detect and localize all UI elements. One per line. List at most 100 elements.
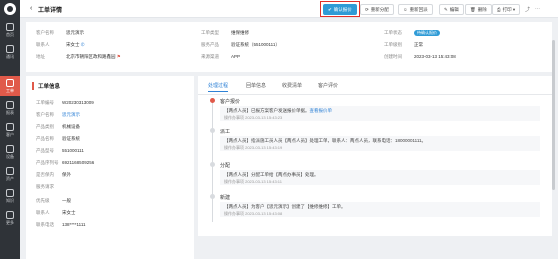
timeline-line bbox=[212, 100, 213, 222]
service-product-field: 服务产品 验证系统（551000111） bbox=[201, 42, 280, 47]
contact-field: 联系人 宋女士 ✆ bbox=[36, 42, 85, 47]
location-icon[interactable]: ⚑ bbox=[117, 54, 121, 59]
address-field: 地址 北京市朝阳区政和路鑫园 ⚑ bbox=[36, 54, 121, 59]
more-options-icon[interactable]: ⋯ bbox=[535, 6, 540, 12]
nav-item-more[interactable]: 更多 bbox=[0, 208, 20, 228]
timeline-dot bbox=[210, 162, 215, 167]
event-time: 操作办事项 2023-03-13 15:43:19 bbox=[224, 145, 283, 150]
side-nav: 首页 通讯 工单 报表 客户 设备 资产 知识 更多 bbox=[0, 0, 20, 259]
nav-item-workorder[interactable]: 工单 bbox=[0, 76, 20, 96]
tab-divider bbox=[198, 94, 552, 95]
nav-item-customer[interactable]: 客户 bbox=[0, 120, 20, 140]
report-icon bbox=[6, 101, 14, 109]
rework-button[interactable]: ☺ 重新回派 bbox=[398, 4, 433, 15]
tab-return-info[interactable]: 回单信息 bbox=[246, 82, 266, 89]
event-title: 新建 bbox=[220, 195, 231, 201]
detail-row: 产品序列号 6921168509256 bbox=[36, 160, 95, 165]
event-desc: 【两点人员】指派施工员人员【两点人员】处理工单，联系人：两点人员，联系电话：18… bbox=[224, 138, 427, 143]
workorder-icon bbox=[6, 79, 14, 87]
knowledge-icon bbox=[6, 189, 14, 197]
order-type-field: 工单类型 维保维修 bbox=[201, 30, 249, 35]
level-field: 工单级别 正常 bbox=[384, 42, 423, 47]
event-time: 操作办事项 2023-03-13 15:43:11 bbox=[224, 179, 282, 184]
detail-row: 客户名称 思元演示 bbox=[36, 112, 80, 117]
button-label: 重新回派 bbox=[409, 7, 428, 12]
nav-item-report[interactable]: 报表 bbox=[0, 98, 20, 118]
print-button[interactable]: ⎙ 打印 ▾ bbox=[492, 4, 521, 15]
nav-item-knowledge[interactable]: 知识 bbox=[0, 186, 20, 206]
back-icon[interactable]: ‹ bbox=[30, 5, 32, 12]
nav-label: 报表 bbox=[6, 110, 14, 115]
section-title: 工单信息 bbox=[32, 82, 60, 90]
tab-process[interactable]: 处理过程 bbox=[208, 82, 229, 92]
detail-row: 产品类别 机械设备 bbox=[36, 124, 80, 129]
nav-label: 通讯 bbox=[6, 54, 14, 59]
nav-item-asset[interactable]: 资产 bbox=[0, 164, 20, 184]
nav-item-message[interactable]: 通讯 bbox=[0, 42, 20, 62]
nav-item-device[interactable]: 设备 bbox=[0, 142, 20, 162]
detail-row: 产品名称 验证系统 bbox=[36, 136, 80, 141]
event-title: 派工 bbox=[220, 129, 231, 135]
event-card: 【两点人员】指派施工员人员【两点人员】处理工单，联系人：两点人员，联系电话：18… bbox=[220, 136, 540, 151]
nav-label: 资产 bbox=[6, 176, 14, 181]
more-icon bbox=[6, 211, 14, 219]
home-icon bbox=[6, 23, 14, 31]
trash-icon: 🗑 bbox=[470, 7, 476, 12]
app-logo bbox=[4, 3, 16, 15]
customer-icon bbox=[6, 123, 14, 131]
event-time: 操作办事项 2023-03-13 15:43:23 bbox=[224, 115, 283, 120]
nav-label: 知识 bbox=[6, 198, 14, 203]
timeline-dot bbox=[210, 128, 215, 133]
event-time: 操作办事项 2023-03-13 15:43:08 bbox=[224, 211, 283, 216]
detail-row: 优先级 一般 bbox=[36, 198, 71, 203]
detail-row: 服务请求 bbox=[36, 184, 54, 189]
event-title: 分配 bbox=[220, 163, 231, 169]
refresh-icon: ⟳ bbox=[365, 7, 369, 12]
phone-icon[interactable]: ✆ bbox=[81, 42, 85, 47]
event-desc: 【两点人员】已报方案客户发送报价单据。 bbox=[224, 108, 310, 113]
customer-name-field: 客户名称 思元演示 bbox=[36, 30, 84, 35]
page-title: 工单详情 bbox=[38, 8, 63, 14]
print-icon: ⎙ bbox=[497, 7, 501, 12]
edit-button[interactable]: ✎ 编辑 bbox=[439, 4, 464, 15]
nav-label: 客户 bbox=[6, 132, 14, 137]
detail-row: 是否保内 保外 bbox=[36, 172, 71, 177]
share-icon[interactable]: ⤴ bbox=[525, 6, 530, 13]
tab-review[interactable]: 客户评价 bbox=[318, 82, 338, 89]
message-icon bbox=[6, 45, 14, 53]
reassign-button[interactable]: ⟳ 重新分配 bbox=[360, 4, 394, 15]
delete-button[interactable]: 🗑 删除 bbox=[465, 4, 492, 15]
event-title: 客户报价 bbox=[220, 99, 241, 105]
highlight-box bbox=[320, 1, 360, 17]
source-field: 来源渠道 APP bbox=[201, 54, 241, 59]
button-label: 编辑 bbox=[449, 7, 459, 12]
nav-label: 设备 bbox=[6, 154, 14, 159]
scrollbar[interactable] bbox=[552, 40, 555, 190]
view-quote-link[interactable]: 查看报价单 bbox=[310, 108, 333, 113]
nav-label: 首页 bbox=[6, 32, 14, 37]
detail-row: 工单编号 W20230313009 bbox=[36, 100, 94, 105]
nav-label: 工单 bbox=[6, 88, 14, 93]
status-badge: 待确认报价 bbox=[414, 30, 440, 36]
detail-row: 联系人 宋女士 bbox=[36, 210, 76, 215]
order-detail-panel: 工单信息 工单编号 W20230313009 客户名称 思元演示 产品类别 机械设备 … bbox=[26, 76, 194, 259]
detail-row: 联系电话 138****1111 bbox=[36, 222, 86, 227]
nav-label: 更多 bbox=[6, 220, 14, 225]
customer-link[interactable]: 思元演示 bbox=[66, 30, 84, 35]
nav-item-home[interactable]: 首页 bbox=[0, 20, 20, 40]
status-field: 工单状态 待确认报价 bbox=[384, 30, 440, 36]
timeline-dot bbox=[210, 194, 215, 199]
button-label: 删除 bbox=[477, 7, 487, 12]
created-field: 创建时间 2023-03-13 15:43:08 bbox=[384, 54, 456, 59]
process-panel: 处理过程 回单信息 收费清单 客户评价 客户报价 【两点人员】已报方案客户发送报… bbox=[198, 76, 552, 236]
user-icon: ☺ bbox=[403, 7, 408, 12]
event-card: 【两点人员】分配工单给【两点办事员】处理。 操作办事项 2023-03-13 1… bbox=[220, 170, 540, 185]
order-summary: 客户名称 思元演示 联系人 宋女士 ✆ 地址 北京市朝阳区政和路鑫园 ⚑ 工单类型 维保… bbox=[26, 22, 552, 72]
event-desc: 【两点人员】分配工单给【两点办事员】处理。 bbox=[224, 172, 319, 177]
edit-icon: ✎ bbox=[444, 7, 448, 12]
button-label: 打印 bbox=[502, 7, 512, 12]
timeline-dot bbox=[210, 98, 215, 103]
event-card: 【两点人员】已报方案客户发送报价单据。查看报价单 操作办事项 2023-03-1… bbox=[220, 106, 540, 121]
event-card: 【两点人员】为客户【思元演示】创建了【维修维修】工单。 操作办事项 2023-0… bbox=[220, 202, 540, 217]
tab-charges[interactable]: 收费清单 bbox=[282, 82, 302, 89]
